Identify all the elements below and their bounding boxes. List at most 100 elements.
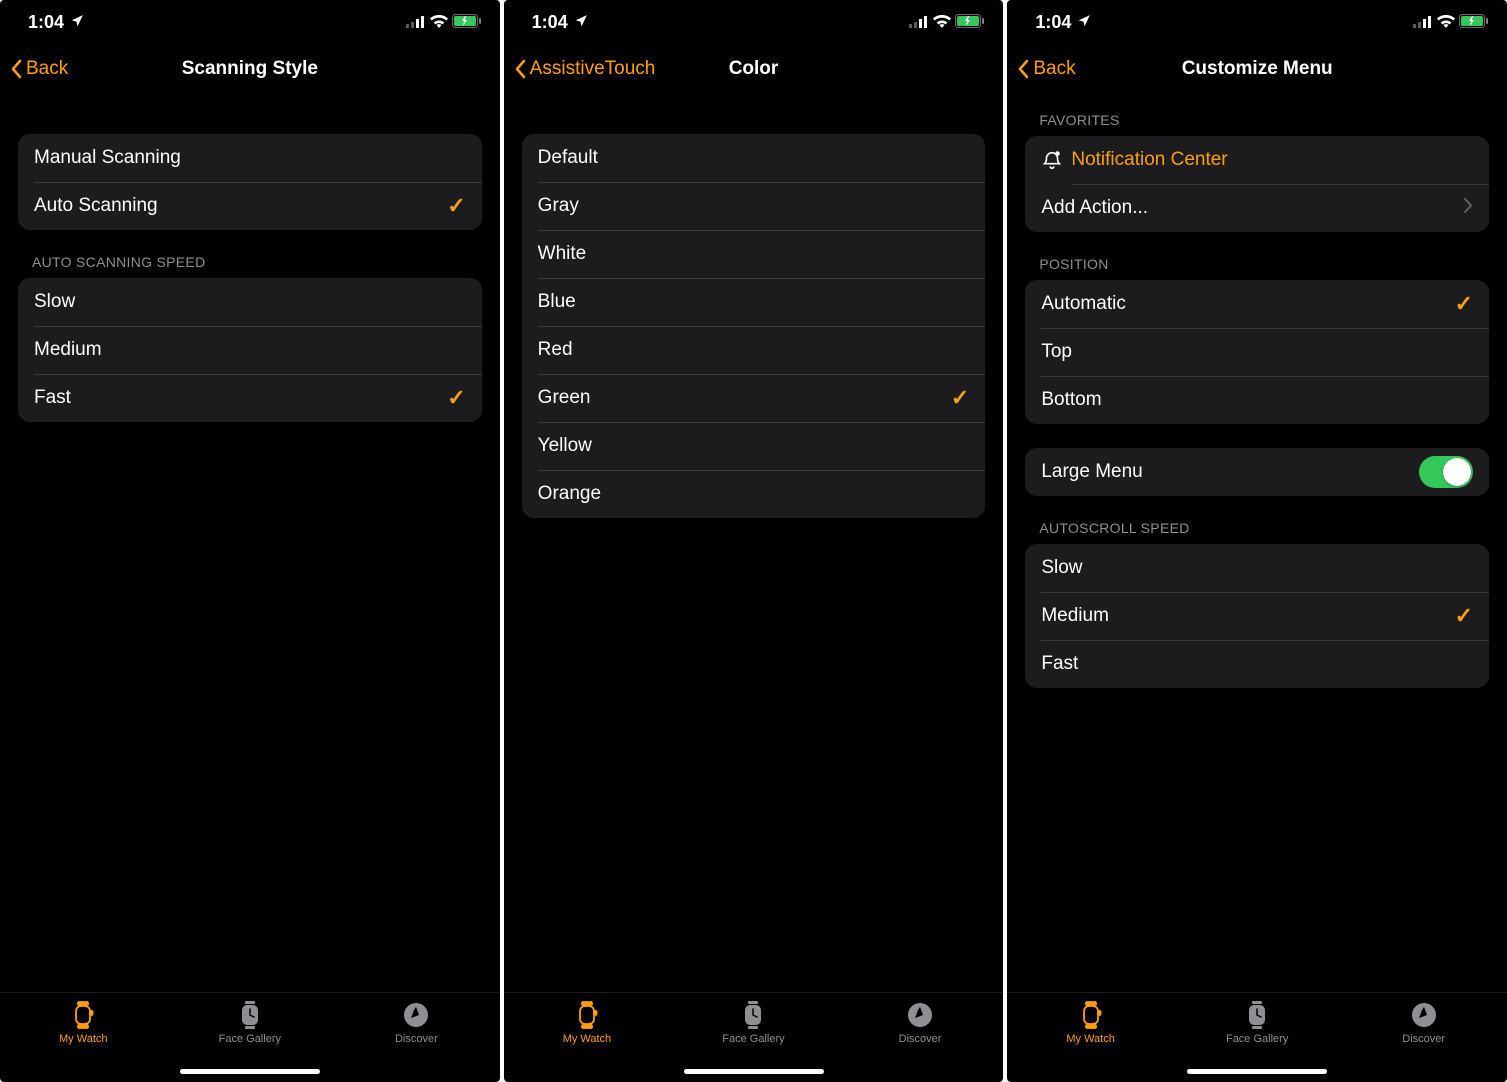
battery-icon [955,12,985,33]
row-color-red[interactable]: Red [522,326,986,374]
back-label: Back [26,58,68,80]
screen-customize-menu: 1:04 Back Customize Menu FAVORITES [1007,0,1507,1082]
section-header-speed: AUTO SCANNING SPEED [18,230,482,278]
row-manual-scanning[interactable]: Manual Scanning [18,134,482,182]
row-label: Top [1041,341,1473,363]
row-label: Slow [34,291,466,313]
wifi-icon [430,12,448,33]
row-color-orange[interactable]: Orange [522,470,986,518]
back-button[interactable]: Back [1017,58,1075,80]
row-position-top[interactable]: Top [1025,328,1489,376]
row-auto-scanning[interactable]: Auto Scanning ✓ [18,182,482,230]
tab-my-watch[interactable]: My Watch [1041,1001,1141,1045]
row-color-default[interactable]: Default [522,134,986,182]
back-button[interactable]: Back [10,58,68,80]
page-title: Scanning Style [0,58,500,80]
tab-label: Face Gallery [722,1033,784,1045]
screen-color: 1:04 AssistiveTouch Color Default G [504,0,1004,1082]
tab-label: Discover [899,1033,942,1045]
large-menu-toggle[interactable] [1419,456,1473,488]
row-label: Notification Center [1071,149,1473,171]
tab-face-gallery[interactable]: Face Gallery [703,1001,803,1045]
tab-my-watch[interactable]: My Watch [33,1001,133,1045]
scanning-mode-group: Manual Scanning Auto Scanning ✓ [18,134,482,230]
tab-label: Discover [1402,1033,1445,1045]
row-position-automatic[interactable]: Automatic ✓ [1025,280,1489,328]
row-add-action[interactable]: Add Action... [1025,184,1489,232]
home-indicator[interactable] [1187,1069,1327,1074]
nav-bar: Back Customize Menu [1007,44,1507,94]
discover-icon [907,1001,933,1029]
back-label: Back [1033,58,1075,80]
chevron-left-icon [10,59,22,79]
row-label: Add Action... [1041,197,1464,219]
tab-label: Discover [395,1033,438,1045]
tab-discover[interactable]: Discover [366,1001,466,1045]
row-notification-center[interactable]: Notification Center [1025,136,1489,184]
row-label: Green [538,387,951,409]
chevron-left-icon [514,59,526,79]
row-position-bottom[interactable]: Bottom [1025,376,1489,424]
signal-icon [406,12,426,33]
row-autoscroll-slow[interactable]: Slow [1025,544,1489,592]
color-group: Default Gray White Blue Red Green✓ Yello… [522,134,986,518]
discover-icon [1411,1001,1437,1029]
row-color-yellow[interactable]: Yellow [522,422,986,470]
row-medium[interactable]: Medium [18,326,482,374]
row-label: Blue [538,291,970,313]
autoscroll-group: Slow Medium ✓ Fast [1025,544,1489,688]
location-icon [1077,12,1091,33]
checkmark-icon: ✓ [447,385,465,411]
battery-icon [452,12,482,33]
row-label: Medium [1041,605,1454,627]
tab-label: My Watch [1066,1033,1115,1045]
row-autoscroll-fast[interactable]: Fast [1025,640,1489,688]
row-label: Medium [34,339,466,361]
back-button[interactable]: AssistiveTouch [514,58,656,80]
row-label: Bottom [1041,389,1473,411]
row-label: Default [538,147,970,169]
tab-label: My Watch [563,1033,612,1045]
tab-my-watch[interactable]: My Watch [537,1001,637,1045]
tab-face-gallery[interactable]: Face Gallery [1207,1001,1307,1045]
tab-label: My Watch [59,1033,108,1045]
tab-face-gallery[interactable]: Face Gallery [200,1001,300,1045]
row-label: Slow [1041,557,1473,579]
row-slow[interactable]: Slow [18,278,482,326]
speed-group: Slow Medium Fast ✓ [18,278,482,422]
checkmark-icon: ✓ [1455,603,1473,629]
row-label: Fast [1041,653,1473,675]
status-bar: 1:04 [504,0,1004,44]
row-large-menu[interactable]: Large Menu [1025,448,1489,496]
watch-icon [1079,1001,1103,1029]
face-gallery-icon [742,1001,764,1029]
favorites-group: Notification Center Add Action... [1025,136,1489,232]
location-icon [70,12,84,33]
section-header-favorites: FAVORITES [1025,94,1489,136]
tab-discover[interactable]: Discover [870,1001,970,1045]
section-header-autoscroll: AUTOSCROLL SPEED [1025,496,1489,544]
row-label: White [538,243,970,265]
signal-icon [909,12,929,33]
watch-icon [71,1001,95,1029]
wifi-icon [933,12,951,33]
tab-discover[interactable]: Discover [1374,1001,1474,1045]
row-color-gray[interactable]: Gray [522,182,986,230]
nav-bar: Back Scanning Style [0,44,500,94]
page-title: Customize Menu [1007,58,1507,80]
row-color-green[interactable]: Green✓ [522,374,986,422]
checkmark-icon: ✓ [447,193,465,219]
row-color-white[interactable]: White [522,230,986,278]
signal-icon [1413,12,1433,33]
status-bar: 1:04 [1007,0,1507,44]
wifi-icon [1437,12,1455,33]
row-label: Automatic [1041,293,1454,315]
row-color-blue[interactable]: Blue [522,278,986,326]
row-fast[interactable]: Fast ✓ [18,374,482,422]
status-bar: 1:04 [0,0,500,44]
row-autoscroll-medium[interactable]: Medium ✓ [1025,592,1489,640]
screen-scanning-style: 1:04 Back Scanning Style Manual [0,0,500,1082]
chevron-right-icon [1464,197,1473,219]
home-indicator[interactable] [684,1069,824,1074]
home-indicator[interactable] [180,1069,320,1074]
